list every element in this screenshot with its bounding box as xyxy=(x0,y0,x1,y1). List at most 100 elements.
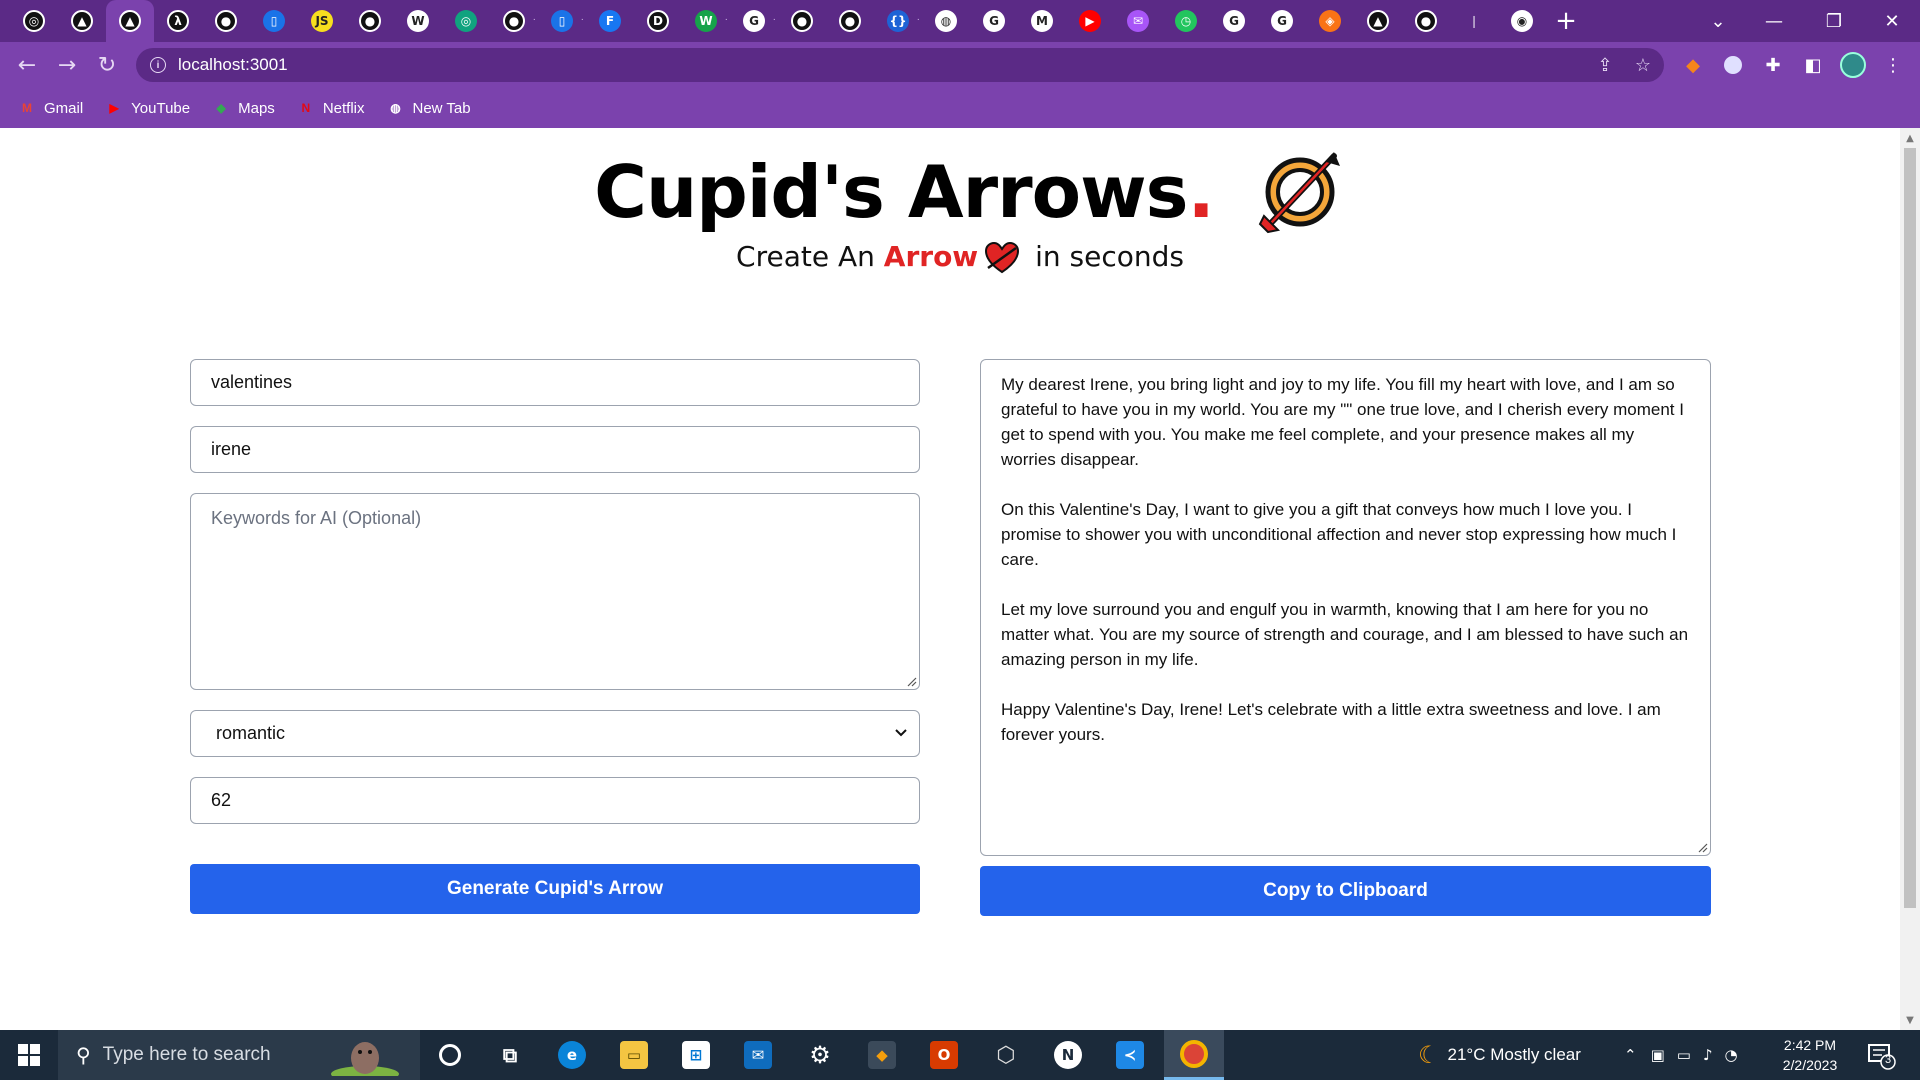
chrome-taskbar-icon[interactable] xyxy=(1164,1030,1224,1080)
length-input[interactable]: 62 xyxy=(190,777,920,824)
taskbar-clock[interactable]: 2:42 PM 2/2/2023 xyxy=(1768,1035,1852,1075)
close-window-button[interactable]: ✕ xyxy=(1864,0,1920,42)
copy-to-clipboard-button[interactable]: Copy to Clipboard xyxy=(980,866,1711,916)
recipient-name-value[interactable]: irene xyxy=(211,439,251,460)
tab-github[interactable]: ● xyxy=(1402,0,1450,42)
tab-github[interactable]: ● xyxy=(346,0,394,42)
file-explorer-icon[interactable]: ▭ xyxy=(608,1030,660,1080)
mail-icon[interactable]: ✉ xyxy=(732,1030,784,1080)
tone-select-value[interactable]: romantic xyxy=(216,723,285,744)
windows-logo-icon[interactable] xyxy=(18,1044,40,1066)
tab-grammarly[interactable]: G xyxy=(1210,0,1258,42)
tab-github[interactable]: ● xyxy=(778,0,826,42)
weather-text[interactable]: 21°C Mostly clear xyxy=(1448,1045,1581,1065)
bookmark-youtube[interactable]: ▶ YouTube xyxy=(105,99,191,117)
share-icon[interactable]: ⇪ xyxy=(1592,52,1618,78)
github-icon[interactable]: ● xyxy=(503,10,525,32)
tab-vercel[interactable]: ▲ xyxy=(58,0,106,42)
keywords-textarea[interactable]: Keywords for AI (Optional) xyxy=(190,493,920,690)
feather-icon[interactable]: ❘ xyxy=(1463,10,1485,32)
notification-center-icon[interactable]: 3 xyxy=(1866,1040,1896,1070)
occasion-input[interactable]: valentines xyxy=(190,359,920,406)
tab-openai[interactable]: ◎ xyxy=(442,0,490,42)
occasion-input-value[interactable]: valentines xyxy=(211,372,292,393)
chevron-down-icon[interactable] xyxy=(893,725,909,741)
profile-avatar[interactable] xyxy=(1840,52,1866,78)
chatgpt-icon[interactable]: ◎ xyxy=(23,10,45,32)
extension-icon[interactable]: ◈ xyxy=(1319,10,1341,32)
metamask-extension-icon[interactable]: ◆ xyxy=(1680,52,1706,78)
github-icon[interactable]: ● xyxy=(1415,10,1437,32)
settings-gear-icon[interactable]: ⚙ xyxy=(794,1030,846,1080)
site-info-icon[interactable]: i xyxy=(150,57,166,73)
search-placeholder[interactable]: Type here to search xyxy=(103,1044,271,1066)
google-icon[interactable]: G xyxy=(743,10,765,32)
notification-count[interactable]: 3 xyxy=(1883,1054,1893,1066)
w-icon[interactable]: W xyxy=(695,10,717,32)
tab-github[interactable]: ● · xyxy=(490,0,538,42)
globe-icon[interactable]: ◍ xyxy=(935,10,957,32)
show-hidden-icons-icon[interactable]: ⌃ xyxy=(1624,1046,1637,1064)
address-bar[interactable]: i localhost:3001 ⇪ ☆ xyxy=(136,48,1664,82)
bookmark-star-icon[interactable]: ☆ xyxy=(1630,52,1656,78)
resize-handle-icon[interactable] xyxy=(907,677,917,687)
tab-feather[interactable]: ❘ xyxy=(1450,0,1498,42)
tab-chrome[interactable]: ◉ xyxy=(1498,0,1546,42)
bookmark-label[interactable]: YouTube xyxy=(131,100,190,117)
tab-d[interactable]: D xyxy=(634,0,682,42)
generate-button[interactable]: Generate Cupid's Arrow xyxy=(190,864,920,914)
mouse-icon[interactable]: ▯ xyxy=(263,10,285,32)
scroll-thumb[interactable] xyxy=(1904,148,1916,908)
code-icon[interactable]: {} xyxy=(887,10,909,32)
tab-globe[interactable]: ◍ xyxy=(922,0,970,42)
office-icon[interactable]: O xyxy=(918,1030,970,1080)
new-tab-button[interactable]: + xyxy=(1546,0,1586,42)
d-icon[interactable]: D xyxy=(647,10,669,32)
extension-icon[interactable] xyxy=(1720,52,1746,78)
bookmark-label[interactable]: Maps xyxy=(238,100,275,117)
new-tab-icon[interactable]: ◍ xyxy=(387,99,405,117)
tab-google[interactable]: G · xyxy=(730,0,778,42)
tab-vercel-active[interactable]: ▲ xyxy=(106,0,154,42)
bookmark-new-tab[interactable]: ◍ New Tab xyxy=(387,99,471,117)
app-circle-icon[interactable]: N xyxy=(1042,1030,1094,1080)
side-panel-icon[interactable]: ◧ xyxy=(1800,52,1826,78)
generated-message-textarea[interactable]: My dearest Irene, you bring light and jo… xyxy=(980,359,1711,856)
youtube-icon[interactable]: ▶ xyxy=(105,99,123,117)
tab-chatgpt[interactable]: ◎ xyxy=(10,0,58,42)
box-app-icon[interactable]: ⬡ xyxy=(980,1030,1032,1080)
taskbar-search-box[interactable]: ⚲ Type here to search xyxy=(58,1030,420,1080)
battery-icon[interactable]: ▭ xyxy=(1677,1046,1691,1064)
vscode-icon[interactable]: ≺ xyxy=(1104,1030,1156,1080)
tab-mouse[interactable]: ▯ · xyxy=(538,0,586,42)
microsoft-store-icon[interactable]: ⊞ xyxy=(670,1030,722,1080)
bookmark-label[interactable]: New Tab xyxy=(413,100,471,117)
tab-lambda[interactable]: λ xyxy=(154,0,202,42)
bookmark-netflix[interactable]: N Netflix xyxy=(297,99,364,117)
tab-google[interactable]: G xyxy=(970,0,1018,42)
meet-now-icon[interactable]: ▣ xyxy=(1651,1046,1665,1064)
resize-handle-icon[interactable] xyxy=(1698,843,1708,853)
lambda-icon[interactable]: λ xyxy=(167,10,189,32)
volume-icon[interactable]: ♪ xyxy=(1703,1046,1713,1064)
bookmark-label[interactable]: Gmail xyxy=(44,100,83,117)
tab-youtube[interactable]: ▶ xyxy=(1066,0,1114,42)
tab-messenger[interactable]: ✉ xyxy=(1114,0,1162,42)
scroll-down-icon[interactable]: ▼ xyxy=(1900,1012,1920,1028)
tab-js[interactable]: JS xyxy=(298,0,346,42)
tab-search-icon[interactable]: ⌄ xyxy=(1690,0,1746,42)
message-paragraph[interactable]: My dearest Irene, you bring light and jo… xyxy=(1001,372,1690,472)
tab-github[interactable]: ● xyxy=(202,0,250,42)
recipient-name-input[interactable]: irene xyxy=(190,426,920,473)
message-paragraph[interactable]: Let my love surround you and engulf you … xyxy=(1001,597,1690,672)
tab-w[interactable]: W · xyxy=(682,0,730,42)
weather-moon-icon[interactable]: ☾ xyxy=(1418,1041,1440,1069)
wikipedia-icon[interactable]: W xyxy=(407,10,429,32)
clock-time[interactable]: 2:42 PM xyxy=(1768,1035,1852,1055)
tab-gmail[interactable]: M xyxy=(1018,0,1066,42)
scroll-up-icon[interactable]: ▲ xyxy=(1900,130,1920,146)
tab-wikipedia[interactable]: W xyxy=(394,0,442,42)
minimize-button[interactable]: — xyxy=(1746,0,1802,42)
message-paragraph[interactable]: Happy Valentine's Day, Irene! Let's cele… xyxy=(1001,697,1690,747)
start-button[interactable] xyxy=(0,1030,58,1080)
